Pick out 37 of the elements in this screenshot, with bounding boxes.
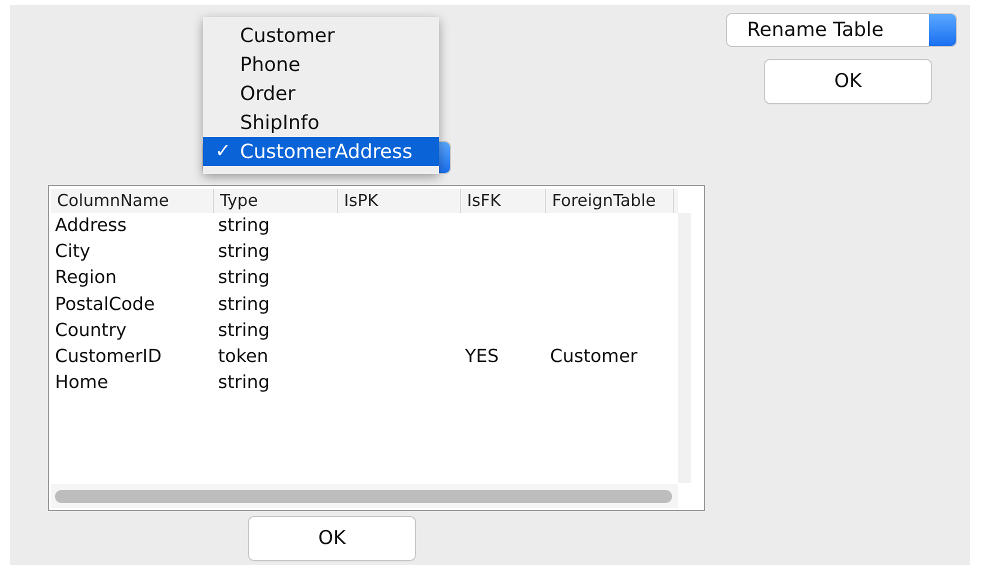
- table-cell-text: string: [217, 318, 271, 343]
- menu-item-label: Customer: [240, 22, 335, 49]
- column-header[interactable]: Type: [214, 189, 338, 213]
- table-cell-text: Home: [54, 371, 110, 396]
- menu-item-label: CustomerAddress: [240, 138, 412, 165]
- table-cell-text: Region: [54, 266, 118, 290]
- checkmark-icon: ✓: [215, 137, 231, 166]
- table-cell-text: YES: [464, 344, 500, 369]
- table-cell-text: Country: [54, 318, 128, 343]
- table-cell-text: string: [217, 292, 271, 317]
- menu-item[interactable]: Order: [203, 79, 439, 108]
- ok-button[interactable]: OK: [765, 60, 931, 103]
- menu-item[interactable]: ShipInfo: [203, 108, 439, 137]
- menu-item[interactable]: ✓ CustomerAddress: [203, 137, 439, 166]
- table-cell-text: string: [217, 266, 271, 290]
- menu-item[interactable]: Customer: [203, 21, 439, 50]
- table-cell-text: string: [217, 240, 271, 264]
- table-cell-text: Address: [54, 214, 128, 238]
- table-cell-text: string: [217, 214, 271, 238]
- table-cell-text: City: [54, 240, 92, 264]
- menu-item-label: ShipInfo: [240, 110, 320, 136]
- column-header[interactable]: ForeignTable: [546, 189, 674, 213]
- ok-button[interactable]: OK: [249, 517, 415, 560]
- horizontal-scrollbar[interactable]: [51, 484, 678, 508]
- table-cell-text: string: [217, 371, 271, 396]
- scrollbar-thumb[interactable]: [55, 490, 672, 503]
- menu-item-label: Order: [240, 80, 296, 107]
- menu-item-label: Phone: [240, 52, 300, 78]
- table-cell-text: Customer: [549, 344, 638, 369]
- column-header[interactable]: IsPK: [338, 189, 461, 213]
- menu-item[interactable]: Phone: [203, 50, 439, 79]
- column-header[interactable]: IsFK: [461, 189, 546, 213]
- table-cell-text: CustomerID: [54, 344, 163, 369]
- column-header[interactable]: ColumnName: [51, 189, 214, 213]
- action-select[interactable]: Rename Table: [727, 14, 956, 46]
- table-cell-text: token: [217, 344, 270, 369]
- table-cell-text: PostalCode: [54, 292, 156, 317]
